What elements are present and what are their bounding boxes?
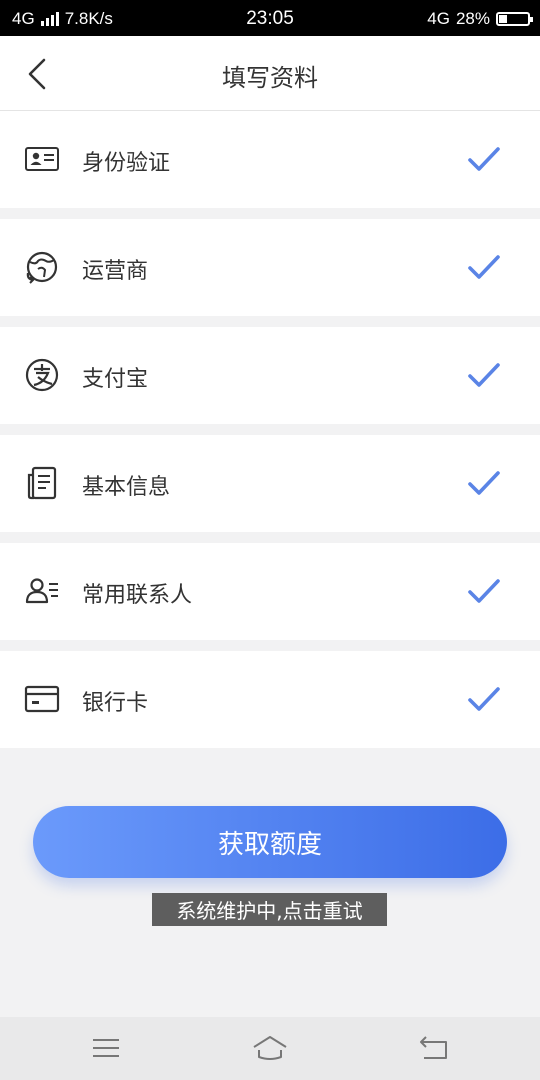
page-title: 填写资料 — [222, 64, 318, 92]
id-card-icon — [25, 147, 59, 171]
menu-icon[interactable] — [86, 1031, 126, 1065]
status-right: 4G 28% — [427, 9, 533, 29]
check-icon — [468, 687, 500, 711]
list-item-alipay[interactable]: 支付宝 — [0, 327, 540, 424]
back-arrow-icon[interactable] — [414, 1031, 454, 1065]
list-item-label: 常用联系人 — [82, 583, 193, 608]
list-item-contacts[interactable]: 常用联系人 — [0, 543, 540, 640]
list-item-label: 基本信息 — [82, 475, 171, 500]
check-icon — [468, 147, 500, 171]
network-type-right: 4G — [427, 9, 450, 28]
check-icon — [468, 471, 500, 495]
globe-refresh-icon — [26, 251, 58, 284]
list-item-basic-info[interactable]: 基本信息 — [0, 435, 540, 532]
check-icon — [468, 255, 500, 279]
home-icon[interactable] — [250, 1031, 290, 1065]
status-bar: 4G 7.8K/s 23:05 4G 28% — [0, 0, 540, 36]
system-nav-bar — [0, 1017, 540, 1080]
check-icon — [468, 579, 500, 603]
battery-icon — [496, 12, 533, 26]
bank-card-icon — [24, 685, 60, 713]
list-item-bank-card[interactable]: 银行卡 — [0, 651, 540, 748]
battery-percent: 28% — [455, 9, 490, 28]
contacts-icon — [25, 578, 58, 604]
alipay-icon — [25, 358, 59, 392]
error-toast[interactable]: 系统维护中,点击重试 — [152, 893, 387, 926]
list-item-label: 身份验证 — [82, 151, 171, 176]
list-item-carrier[interactable]: 运营商 — [0, 219, 540, 316]
check-icon — [468, 363, 500, 387]
get-credit-button[interactable]: 获取额度 — [33, 806, 507, 878]
title-bar: 填写资料 — [0, 36, 540, 111]
list-item-label: 支付宝 — [82, 367, 149, 392]
list-item-label: 运营商 — [82, 259, 149, 284]
list-item-identity[interactable]: 身份验证 — [0, 111, 540, 208]
list-item-label: 银行卡 — [82, 691, 149, 716]
info-list: 身份验证 运营商 支付宝 基本信息 常用联系人 银行卡 — [0, 111, 540, 759]
document-icon — [27, 466, 57, 500]
